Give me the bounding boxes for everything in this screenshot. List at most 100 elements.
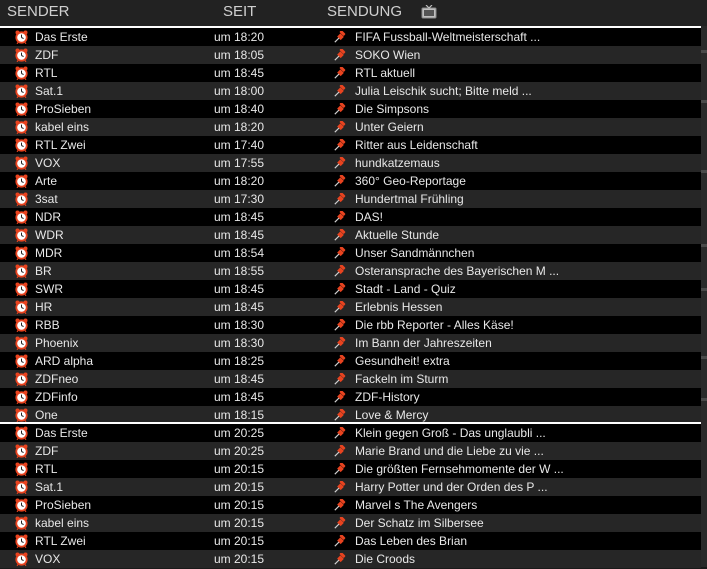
show-title[interactable]: DAS! xyxy=(355,208,383,226)
show-title[interactable]: Unter Geiern xyxy=(355,118,424,136)
show-title[interactable]: Klein gegen Groß - Das unglaubli ... xyxy=(355,424,546,442)
pushpin-icon[interactable] xyxy=(334,445,346,457)
show-title[interactable]: Fackeln im Sturm xyxy=(355,370,448,388)
alarm-clock-icon[interactable] xyxy=(15,408,28,422)
channel-row[interactable]: kabel eins um 18:20 Unter Geiern xyxy=(0,118,701,136)
channel-row[interactable]: WDR um 18:45 Aktuelle Stunde xyxy=(0,226,701,244)
alarm-clock-icon[interactable] xyxy=(15,174,28,188)
show-title[interactable]: FIFA Fussball-Weltmeisterschaft ... xyxy=(355,28,540,46)
alarm-clock-icon[interactable] xyxy=(15,246,28,260)
pushpin-icon[interactable] xyxy=(334,337,346,349)
pushpin-icon[interactable] xyxy=(334,319,346,331)
alarm-clock-icon[interactable] xyxy=(15,462,28,476)
show-title[interactable]: Marvel s The Avengers xyxy=(355,496,477,514)
channel-row[interactable]: ProSieben um 18:40 Die Simpsons xyxy=(0,100,701,118)
sender-column-header[interactable]: SENDER xyxy=(7,3,70,20)
pushpin-icon[interactable] xyxy=(334,139,346,151)
channel-row[interactable]: Das Erste um 18:20 FIFA Fussball-Weltmeist… xyxy=(0,28,701,46)
scrollbar[interactable] xyxy=(701,26,707,567)
show-title[interactable]: Die Simpsons xyxy=(355,100,429,118)
show-title[interactable]: SOKO Wien xyxy=(355,46,420,64)
show-title[interactable]: Stadt - Land - Quiz xyxy=(355,280,456,298)
pushpin-icon[interactable] xyxy=(334,31,346,43)
channel-row[interactable]: ZDFneo um 18:45 Fackeln im Sturm xyxy=(0,370,701,388)
pushpin-icon[interactable] xyxy=(334,535,346,547)
alarm-clock-icon[interactable] xyxy=(15,84,28,98)
pushpin-icon[interactable] xyxy=(334,499,346,511)
alarm-clock-icon[interactable] xyxy=(15,30,28,44)
show-title[interactable]: Das Leben des Brian xyxy=(355,532,467,550)
channel-row[interactable]: RTL um 20:15 Die größten Fernsehmomente de… xyxy=(0,460,701,478)
pushpin-icon[interactable] xyxy=(334,283,346,295)
alarm-clock-icon[interactable] xyxy=(15,336,28,350)
alarm-clock-icon[interactable] xyxy=(15,120,28,134)
tv-icon[interactable] xyxy=(421,5,437,19)
alarm-clock-icon[interactable] xyxy=(15,228,28,242)
pushpin-icon[interactable] xyxy=(334,301,346,313)
show-title[interactable]: Aktuelle Stunde xyxy=(355,226,439,244)
alarm-clock-icon[interactable] xyxy=(15,516,28,530)
channel-row[interactable]: ZDF um 18:05 SOKO Wien xyxy=(0,46,701,64)
alarm-clock-icon[interactable] xyxy=(15,480,28,494)
alarm-clock-icon[interactable] xyxy=(15,156,28,170)
show-title[interactable]: Hundertmal Frühling xyxy=(355,190,464,208)
show-title[interactable]: 360° Geo-Reportage xyxy=(355,172,466,190)
channel-row[interactable]: NDR um 18:45 DAS! xyxy=(0,208,701,226)
show-title[interactable]: hundkatzemaus xyxy=(355,154,440,172)
pushpin-icon[interactable] xyxy=(334,49,346,61)
channel-row[interactable]: RTL um 18:45 RTL aktuell xyxy=(0,64,701,82)
pushpin-icon[interactable] xyxy=(334,355,346,367)
channel-row[interactable]: RTL Zwei um 20:15 Das Leben des Brian xyxy=(0,532,701,550)
alarm-clock-icon[interactable] xyxy=(15,426,28,440)
alarm-clock-icon[interactable] xyxy=(15,282,28,296)
channel-row[interactable]: VOX um 17:55 hundkatzemaus xyxy=(0,154,701,172)
channel-row[interactable]: RTL Zwei um 17:40 Ritter aus Leidenschaft xyxy=(0,136,701,154)
pushpin-icon[interactable] xyxy=(334,427,346,439)
pushpin-icon[interactable] xyxy=(334,481,346,493)
pushpin-icon[interactable] xyxy=(334,373,346,385)
channel-row[interactable]: ARD alpha um 18:25 Gesundheit! extra xyxy=(0,352,701,370)
pushpin-icon[interactable] xyxy=(334,67,346,79)
pushpin-icon[interactable] xyxy=(334,211,346,223)
show-title[interactable]: Osteransprache des Bayerischen M ... xyxy=(355,262,559,280)
pushpin-icon[interactable] xyxy=(334,175,346,187)
show-title[interactable]: Der Schatz im Silbersee xyxy=(355,514,484,532)
channel-row[interactable]: BR um 18:55 Osteransprache des Bayerischen… xyxy=(0,262,701,280)
alarm-clock-icon[interactable] xyxy=(15,498,28,512)
show-title[interactable]: Die größten Fernsehmomente der W ... xyxy=(355,460,564,478)
alarm-clock-icon[interactable] xyxy=(15,102,28,116)
channel-row[interactable]: kabel eins um 20:15 Der Schatz im Silberse… xyxy=(0,514,701,532)
pushpin-icon[interactable] xyxy=(334,229,346,241)
alarm-clock-icon[interactable] xyxy=(15,534,28,548)
sendung-column-header[interactable]: SENDUNG xyxy=(327,3,402,20)
channel-row[interactable]: SWR um 18:45 Stadt - Land - Quiz xyxy=(0,280,701,298)
pushpin-icon[interactable] xyxy=(334,265,346,277)
show-title[interactable]: Ritter aus Leidenschaft xyxy=(355,136,478,154)
channel-row[interactable]: MDR um 18:54 Unser Sandmännchen xyxy=(0,244,701,262)
alarm-clock-icon[interactable] xyxy=(15,390,28,404)
channel-row[interactable]: RBB um 18:30 Die rbb Reporter - Alles Käse… xyxy=(0,316,701,334)
alarm-clock-icon[interactable] xyxy=(15,354,28,368)
pushpin-icon[interactable] xyxy=(334,553,346,565)
channel-row[interactable]: HR um 18:45 Erlebnis Hessen xyxy=(0,298,701,316)
alarm-clock-icon[interactable] xyxy=(15,264,28,278)
pushpin-icon[interactable] xyxy=(334,103,346,115)
pushpin-icon[interactable] xyxy=(334,85,346,97)
show-title[interactable]: Die Croods xyxy=(355,550,415,568)
alarm-clock-icon[interactable] xyxy=(15,444,28,458)
pushpin-icon[interactable] xyxy=(334,247,346,259)
channel-row[interactable]: Phoenix um 18:30 Im Bann der Jahreszeiten xyxy=(0,334,701,352)
channel-row[interactable]: VOX um 20:15 Die Croods xyxy=(0,550,701,568)
alarm-clock-icon[interactable] xyxy=(15,372,28,386)
show-title[interactable]: Die rbb Reporter - Alles Käse! xyxy=(355,316,514,334)
seit-column-header[interactable]: SEIT xyxy=(223,3,256,20)
channel-row[interactable]: Das Erste um 20:25 Klein gegen Groß - Das … xyxy=(0,424,701,442)
alarm-clock-icon[interactable] xyxy=(15,192,28,206)
pushpin-icon[interactable] xyxy=(334,391,346,403)
channel-row[interactable]: Sat.1 um 20:15 Harry Potter und der Orden … xyxy=(0,478,701,496)
channel-row[interactable]: Arte um 18:20 360° Geo-Reportage xyxy=(0,172,701,190)
channel-row[interactable]: Sat.1 um 18:00 Julia Leischik sucht; Bitte… xyxy=(0,82,701,100)
channel-row[interactable]: ZDFinfo um 18:45 ZDF-History xyxy=(0,388,701,406)
show-title[interactable]: ZDF-History xyxy=(355,388,420,406)
show-title[interactable]: Gesundheit! extra xyxy=(355,352,450,370)
